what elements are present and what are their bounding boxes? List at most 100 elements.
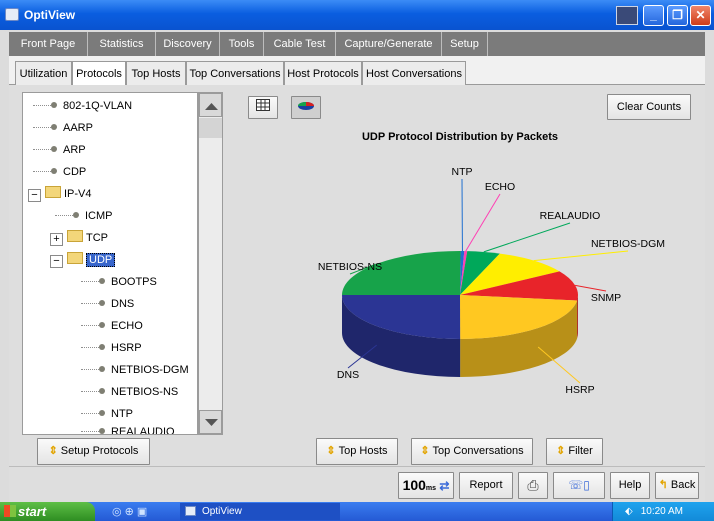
bullet-icon bbox=[99, 300, 105, 306]
minimize-button[interactable]: _ bbox=[643, 5, 664, 26]
tree-scrollbar[interactable] bbox=[198, 92, 223, 435]
app-icon bbox=[5, 8, 19, 21]
folder-icon bbox=[67, 252, 83, 264]
tab-host-conversations[interactable]: Host Conversations bbox=[362, 61, 466, 85]
tab-utilization[interactable]: Utilization bbox=[15, 61, 72, 85]
title-bar bbox=[0, 0, 714, 30]
bullet-icon bbox=[73, 212, 79, 218]
tree-item[interactable]: AARP bbox=[23, 119, 93, 137]
chart-title: UDP Protocol Distribution by Packets bbox=[362, 131, 558, 143]
tree-item-tcp[interactable]: + TCP bbox=[50, 229, 108, 247]
slice-label: SNMP bbox=[591, 292, 621, 304]
slice-label: NTP bbox=[452, 166, 473, 178]
tab-front-page[interactable]: Front Page bbox=[9, 32, 88, 56]
tab-top-hosts[interactable]: Top Hosts bbox=[126, 61, 186, 85]
bullet-icon bbox=[99, 278, 105, 284]
back-button[interactable]: ↰ Back bbox=[655, 472, 699, 499]
slice-label: NETBIOS-DGM bbox=[591, 238, 665, 250]
bullet-icon bbox=[99, 428, 105, 434]
help-button[interactable]: Help bbox=[610, 472, 650, 499]
bullet-icon bbox=[99, 410, 105, 416]
tree-item[interactable]: DNS bbox=[23, 295, 134, 313]
bullet-icon bbox=[51, 146, 57, 152]
table-view-button[interactable] bbox=[248, 96, 278, 119]
filter-button[interactable]: ⇕ Filter bbox=[546, 438, 603, 465]
tab-protocols[interactable]: Protocols bbox=[72, 61, 126, 86]
quick-launch-icons[interactable]: ◎ ⊕ ▣ bbox=[112, 505, 147, 518]
tree-item[interactable]: CDP bbox=[23, 163, 86, 181]
tab-capture-generate[interactable]: Capture/Generate bbox=[336, 32, 442, 56]
scroll-thumb[interactable] bbox=[199, 118, 222, 138]
taskbar-item-optiview[interactable]: OptiView bbox=[180, 503, 340, 520]
tree-item[interactable]: BOOTPS bbox=[23, 273, 157, 291]
print-button[interactable]: ⎙ bbox=[518, 472, 548, 499]
folder-icon bbox=[67, 230, 83, 242]
leader-line bbox=[533, 250, 629, 262]
pie-view-button[interactable] bbox=[291, 96, 321, 119]
leader-line bbox=[483, 222, 571, 253]
printer-icon: ⎙ bbox=[527, 477, 539, 493]
leader-line bbox=[575, 284, 607, 292]
bullet-icon bbox=[99, 322, 105, 328]
arrows-icon: ⇕ bbox=[420, 445, 430, 457]
restore-button[interactable]: ❐ bbox=[667, 5, 688, 26]
top-conversations-button[interactable]: ⇕ Top Conversations bbox=[411, 438, 533, 465]
tree-item[interactable]: 802-1Q-VLAN bbox=[23, 97, 132, 115]
slice-label: REALAUDIO bbox=[540, 210, 601, 222]
system-tray: ⬖ 10:20 AM bbox=[612, 502, 714, 521]
collapse-icon[interactable]: − bbox=[28, 189, 41, 202]
collapse-icon[interactable]: − bbox=[50, 255, 63, 268]
bullet-icon bbox=[99, 388, 105, 394]
app-icon bbox=[185, 506, 196, 516]
arrows-icon: ⇕ bbox=[556, 445, 566, 457]
tab-discovery[interactable]: Discovery bbox=[156, 32, 220, 56]
bullet-icon bbox=[51, 168, 57, 174]
pie-slice-side bbox=[577, 295, 578, 339]
pie-slice bbox=[342, 250, 461, 296]
slice-label: NETBIOS-NS bbox=[318, 261, 382, 273]
tree-item[interactable]: ARP bbox=[23, 141, 86, 159]
protocol-tree: 802-1Q-VLAN AARP ARP CDP − IP-V4 ICMP + TC… bbox=[22, 92, 198, 435]
expand-icon[interactable]: + bbox=[50, 233, 63, 246]
tab-setup[interactable]: Setup bbox=[442, 32, 488, 56]
bullet-icon bbox=[51, 124, 57, 130]
speed-button[interactable]: 100ms ⇄ bbox=[398, 472, 454, 499]
slice-label: ECHO bbox=[485, 181, 515, 193]
back-arrow-icon: ↰ bbox=[658, 479, 668, 491]
tree-item[interactable]: ICMP bbox=[23, 207, 113, 225]
network-icon[interactable]: ⬖ bbox=[625, 506, 633, 517]
keyboard-icon[interactable] bbox=[616, 6, 638, 25]
tab-cable-test[interactable]: Cable Test bbox=[264, 32, 336, 56]
bullet-icon bbox=[99, 366, 105, 372]
tab-top-conversations[interactable]: Top Conversations bbox=[186, 61, 284, 85]
taskbar bbox=[0, 502, 714, 521]
clock: 10:20 AM bbox=[640, 506, 683, 517]
tree-item[interactable]: NTP bbox=[23, 405, 133, 423]
setup-protocols-button[interactable]: ⇕ Setup Protocols bbox=[37, 438, 150, 465]
leader-line bbox=[465, 193, 501, 252]
pie-chart: UDP Protocol Distribution by Packets NTP… bbox=[318, 131, 665, 396]
tab-tools[interactable]: Tools bbox=[220, 32, 264, 56]
tab-host-protocols[interactable]: Host Protocols bbox=[284, 61, 362, 85]
tab-statistics[interactable]: Statistics bbox=[88, 32, 156, 56]
tree-item[interactable]: NETBIOS-NS bbox=[23, 383, 178, 401]
phone-button[interactable]: ☏▯ bbox=[553, 472, 605, 499]
tree-item[interactable]: ECHO bbox=[23, 317, 143, 335]
tree-item-ip-v4[interactable]: − IP-V4 bbox=[28, 185, 92, 203]
scroll-down-button[interactable] bbox=[199, 410, 222, 434]
top-hosts-button[interactable]: ⇕ Top Hosts bbox=[316, 438, 398, 465]
tree-item[interactable]: HSRP bbox=[23, 339, 142, 357]
pie-chart-icon bbox=[298, 102, 314, 110]
tree-item[interactable]: NETBIOS-DGM bbox=[23, 361, 189, 379]
close-button[interactable]: ✕ bbox=[690, 5, 711, 26]
slice-label: HSRP bbox=[565, 384, 594, 396]
arrows-icon: ⇕ bbox=[326, 445, 336, 457]
arrows-icon: ⇕ bbox=[48, 445, 58, 457]
tree-item[interactable]: REALAUDIO bbox=[23, 423, 175, 434]
window-title: OptiView bbox=[24, 8, 76, 22]
scroll-up-button[interactable] bbox=[199, 93, 222, 117]
clear-counts-button[interactable]: Clear Counts bbox=[607, 94, 691, 120]
swap-icon: ⇄ bbox=[436, 479, 450, 493]
tree-item-udp[interactable]: − UDP bbox=[50, 251, 116, 269]
report-button[interactable]: Report bbox=[459, 472, 513, 499]
